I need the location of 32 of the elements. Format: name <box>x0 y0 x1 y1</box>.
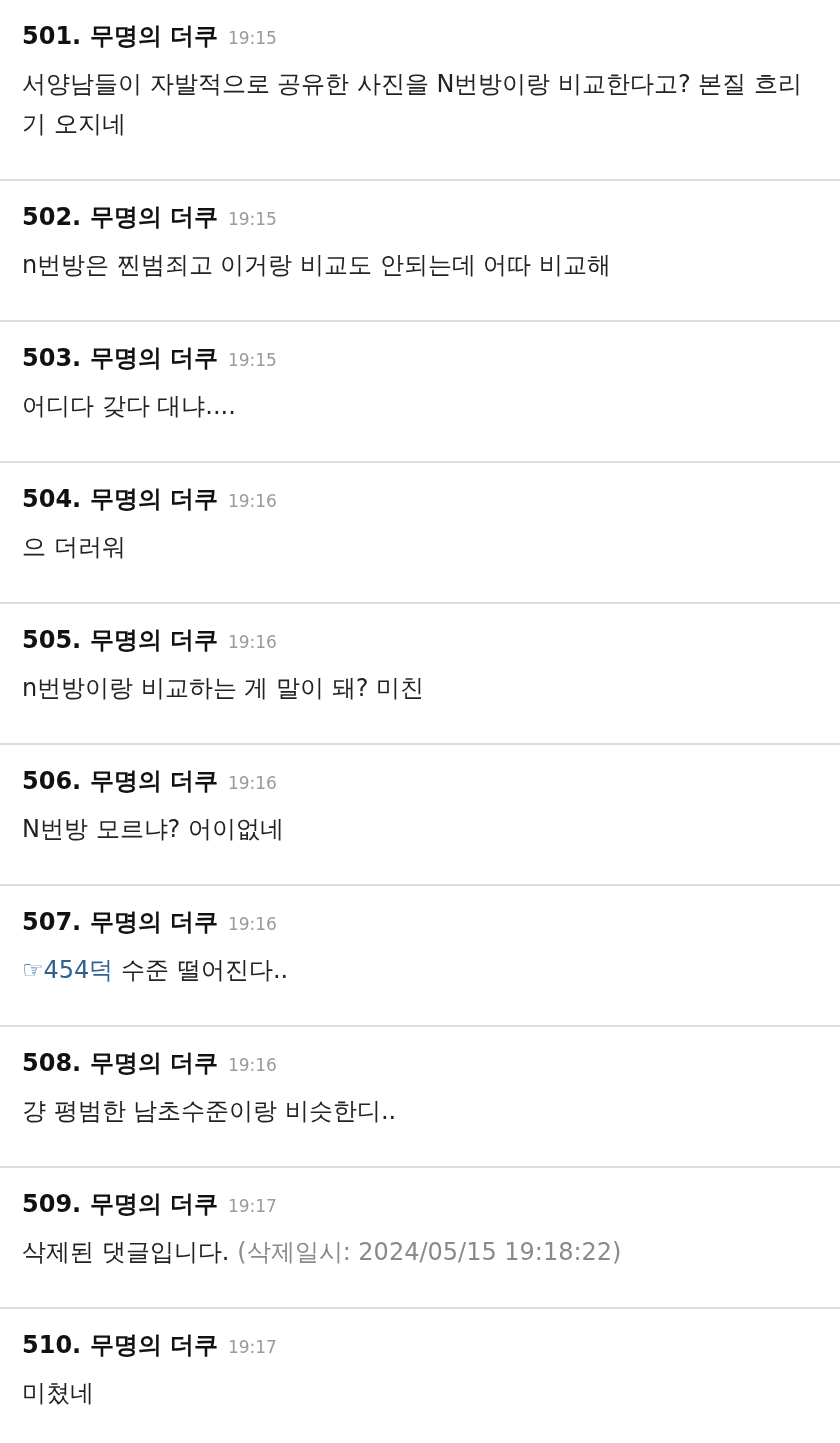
comment-text: N번방 모르냐? 어이없네 <box>22 815 284 843</box>
comment-text: n번방은 찐범죄고 이거랑 비교도 안되는데 어따 비교해 <box>22 251 611 279</box>
comment-text: 으 더러워 <box>22 533 126 561</box>
comment-text: 서양남들이 자발적으로 공유한 사진을 N번방이랑 비교한다고? 본질 흐리기 오지네 <box>22 70 803 138</box>
deleted-note: (삭제일시: 2024/05/15 19:18:22) <box>237 1238 622 1266</box>
comment-time: 19:17 <box>227 1196 277 1216</box>
comment-text: 어디다 갖다 대냐.... <box>22 392 236 420</box>
comment-author: 502. 무명의 더쿠 <box>22 202 218 233</box>
comment-text: 미쳤네 <box>22 1379 94 1407</box>
comment-time: 19:15 <box>227 350 277 370</box>
comment-author: 501. 무명의 더쿠 <box>22 21 218 52</box>
comment-text: 걍 평범한 남초수준이랑 비슷한디.. <box>22 1097 397 1125</box>
comment-time: 19:15 <box>227 28 277 48</box>
comment-time: 19:16 <box>227 491 277 511</box>
comment-time: 19:15 <box>227 209 277 229</box>
comment-text: 삭제된 댓글입니다. <box>22 1238 230 1266</box>
reply-link[interactable]: ☞454덕 <box>22 956 114 984</box>
comment-author: 506. 무명의 더쿠 <box>22 766 218 797</box>
comment-text: 수준 떨어진다.. <box>121 956 289 984</box>
comment-time: 19:17 <box>227 1337 277 1357</box>
comment-text: n번방이랑 비교하는 게 말이 돼? 미친 <box>22 674 425 702</box>
comment-time: 19:16 <box>227 914 277 934</box>
comment-time: 19:16 <box>227 1055 277 1075</box>
comment-author: 509. 무명의 더쿠 <box>22 1189 218 1220</box>
comment-time: 19:16 <box>227 632 277 652</box>
comment-author: 507. 무명의 더쿠 <box>22 907 218 938</box>
comment-author: 504. 무명의 더쿠 <box>22 484 218 515</box>
comment-author: 508. 무명의 더쿠 <box>22 1048 218 1079</box>
comment-author: 505. 무명의 더쿠 <box>22 625 218 656</box>
comment-author: 510. 무명의 더쿠 <box>22 1330 218 1361</box>
comment-time: 19:16 <box>227 773 277 793</box>
comment-author: 503. 무명의 더쿠 <box>22 343 218 374</box>
